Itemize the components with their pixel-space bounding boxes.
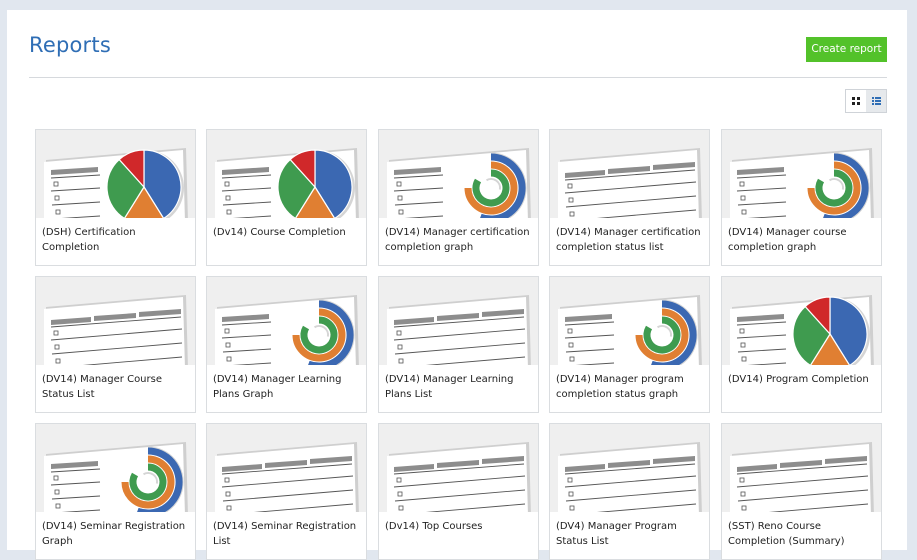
radial-bar-icon <box>558 295 702 365</box>
report-card[interactable]: (Dv14) Top Courses <box>378 423 539 560</box>
report-thumbnail <box>207 130 366 218</box>
report-thumbnail <box>36 277 195 365</box>
table-list-icon <box>558 148 702 218</box>
table-list-icon <box>215 442 359 512</box>
report-name: (DV14) Seminar Registration Graph <box>42 521 186 547</box>
report-card[interactable]: (DV14) Manager certification completion … <box>378 129 539 266</box>
radial-bar-icon <box>387 148 531 218</box>
report-thumbnail <box>550 424 709 512</box>
list-view-button[interactable] <box>866 90 886 112</box>
report-name: (DV14) Manager program completion status… <box>556 374 684 400</box>
table-list-icon <box>44 295 188 365</box>
report-card[interactable]: (DV14) Manager Learning Plans Graph <box>206 276 367 413</box>
report-card[interactable]: (DV14) Seminar Registration Graph <box>35 423 196 560</box>
report-card[interactable]: (SST) Reno Course Completion (Summary) <box>721 423 882 560</box>
report-thumbnail <box>722 130 881 218</box>
pie-chart-icon <box>44 148 188 218</box>
header-divider <box>29 77 887 78</box>
report-thumbnail <box>550 130 709 218</box>
report-name: (DV14) Manager course completion graph <box>728 227 847 253</box>
table-list-icon <box>387 295 531 365</box>
view-toggle <box>845 89 887 113</box>
create-report-button[interactable]: Create report <box>806 37 887 62</box>
grid-view-icon <box>852 97 860 105</box>
report-card[interactable]: (DV14) Program Completion <box>721 276 882 413</box>
report-card[interactable]: (DV14) Manager Course Status List <box>35 276 196 413</box>
report-thumbnail <box>207 424 366 512</box>
report-name: (DV4) Manager Program Status List <box>556 521 677 547</box>
list-view-icon <box>871 97 881 105</box>
report-thumbnail <box>36 424 195 512</box>
pie-chart-icon <box>215 148 359 218</box>
report-name: (DV14) Manager Learning Plans List <box>385 374 514 400</box>
report-card[interactable]: (DV14) Manager program completion status… <box>549 276 710 413</box>
report-thumbnail <box>379 277 538 365</box>
report-thumbnail <box>379 130 538 218</box>
report-name: (DV14) Manager Course Status List <box>42 374 162 400</box>
report-card[interactable]: (DV4) Manager Program Status List <box>549 423 710 560</box>
report-name: (DV14) Manager Learning Plans Graph <box>213 374 342 400</box>
report-name: (DV14) Manager certification completion … <box>556 227 701 253</box>
report-card[interactable]: (Dv14) Course Completion <box>206 129 367 266</box>
report-card[interactable]: (DV14) Manager course completion graph <box>721 129 882 266</box>
report-thumbnail <box>722 424 881 512</box>
radial-bar-icon <box>730 148 874 218</box>
page-title: Reports <box>29 33 111 57</box>
table-list-icon <box>730 442 874 512</box>
grid-view-button[interactable] <box>846 90 866 112</box>
report-name: (DSH) Certification Completion <box>42 227 136 253</box>
report-name: (DV14) Seminar Registration List <box>213 521 357 547</box>
pie-chart-icon <box>730 295 874 365</box>
report-thumbnail <box>550 277 709 365</box>
report-thumbnail <box>379 424 538 512</box>
report-name: (Dv14) Top Courses <box>385 521 483 532</box>
report-thumbnail <box>207 277 366 365</box>
report-card[interactable]: (DV14) Manager certification completion … <box>549 129 710 266</box>
report-name: (DV14) Program Completion <box>728 374 869 385</box>
radial-bar-icon <box>44 442 188 512</box>
reports-panel: Reports Create report (DSH) Certificatio… <box>7 10 907 560</box>
report-thumbnail <box>36 130 195 218</box>
report-card[interactable]: (DV14) Seminar Registration List <box>206 423 367 560</box>
radial-bar-icon <box>215 295 359 365</box>
report-name: (SST) Reno Course Completion (Summary) <box>728 521 845 547</box>
report-name: (DV14) Manager certification completion … <box>385 227 530 253</box>
report-thumbnail <box>722 277 881 365</box>
table-list-icon <box>558 442 702 512</box>
table-list-icon <box>387 442 531 512</box>
report-card[interactable]: (DV14) Manager Learning Plans List <box>378 276 539 413</box>
report-card[interactable]: (DSH) Certification Completion <box>35 129 196 266</box>
report-name: (Dv14) Course Completion <box>213 227 346 238</box>
